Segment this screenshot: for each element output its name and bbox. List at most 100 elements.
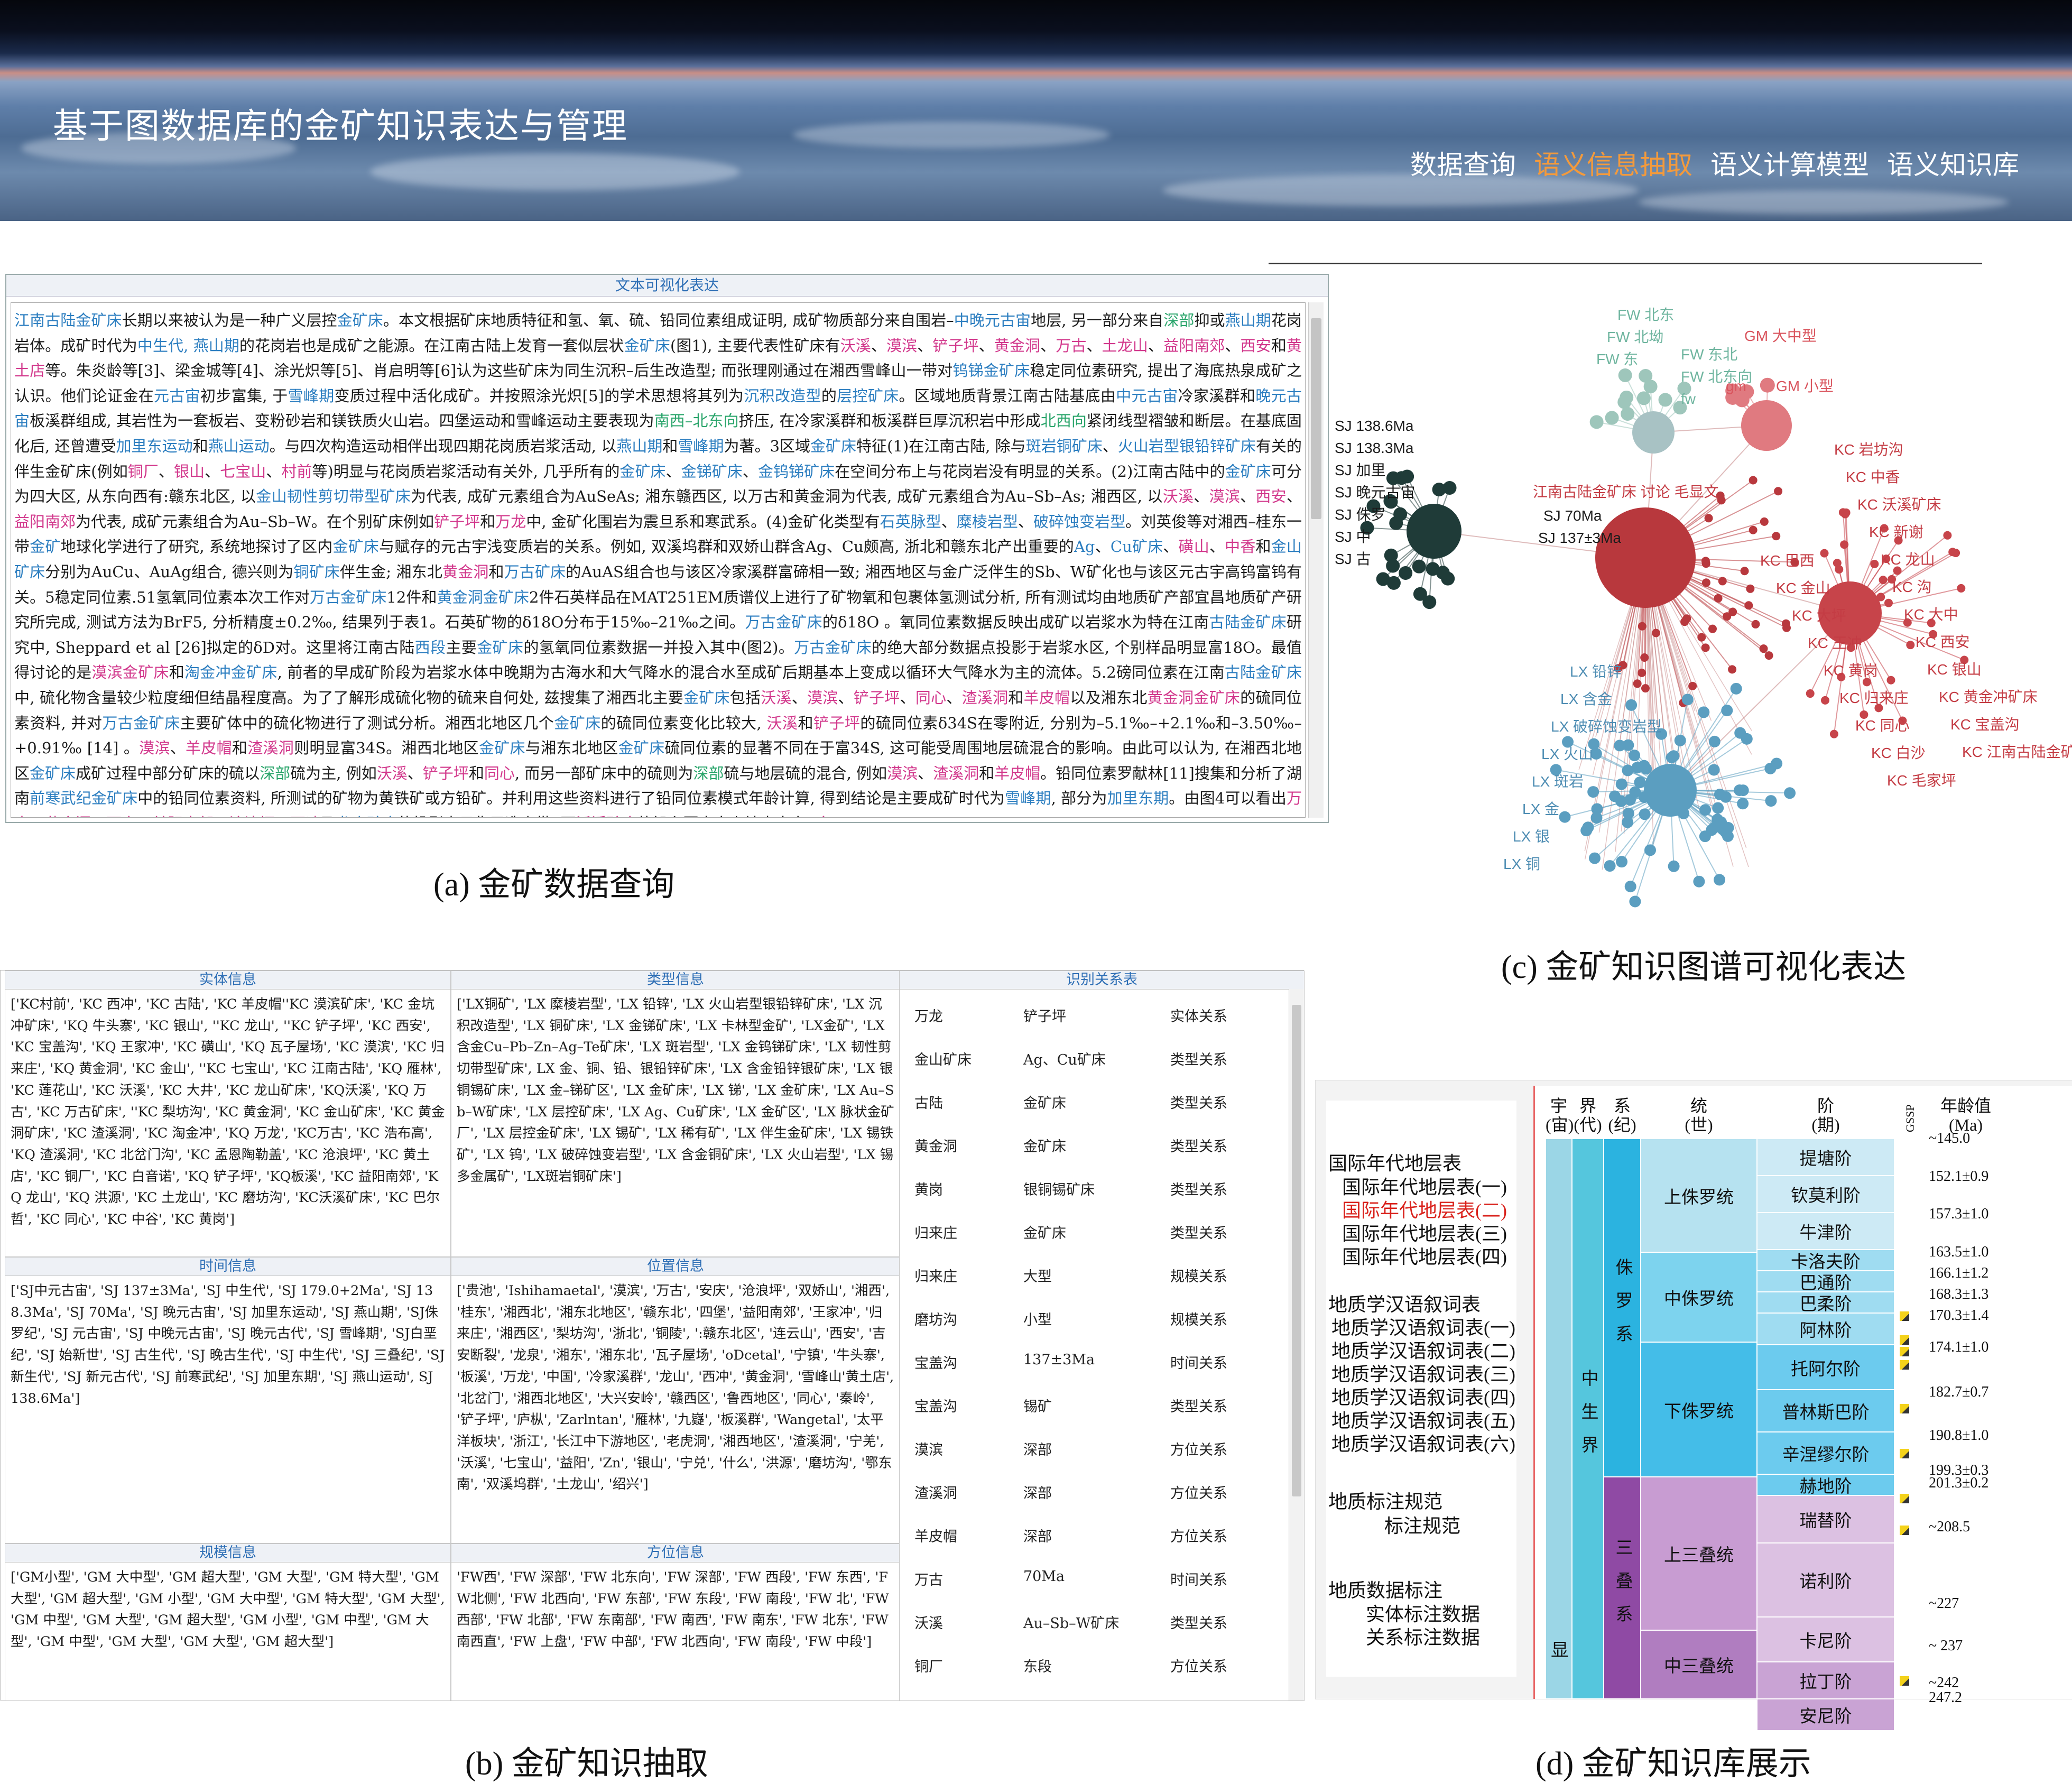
annotated-term[interactable]: 万古矿床 [504, 563, 566, 581]
stage-cell[interactable]: 巴通阶 [1757, 1271, 1894, 1292]
deposit-node[interactable] [1746, 585, 1754, 593]
deposit-node[interactable] [1830, 730, 1838, 738]
deposit-node[interactable] [1884, 599, 1893, 607]
annotated-term[interactable]: 西冲 [290, 815, 321, 818]
nav-item-timescale-4[interactable]: 国际年代地层表(四) [1342, 1242, 1507, 1269]
annotated-term[interactable]: 万古金矿床 [794, 639, 872, 657]
annotated-term[interactable]: 加里东期 [1107, 789, 1169, 807]
series-middle-triassic[interactable]: 中三叠统 [1641, 1630, 1757, 1699]
annotated-term[interactable]: 益阳南郊 [14, 513, 76, 531]
stage-cell[interactable]: 辛涅缪尔阶 [1757, 1432, 1894, 1474]
annotated-term[interactable]: 金矿床 [337, 311, 383, 329]
type-node[interactable] [1616, 779, 1627, 790]
time-node[interactable] [1387, 576, 1401, 590]
type-node[interactable] [1625, 699, 1637, 711]
relation-row[interactable]: 金山矿床Ag、Cu矿床类型关系 [914, 1048, 1279, 1092]
deposit-node[interactable] [1948, 548, 1957, 556]
annotated-term[interactable]: 黄金洞 [442, 563, 488, 581]
annotated-term[interactable]: 中晚元古宙 [954, 311, 1031, 329]
deposit-node[interactable] [1708, 625, 1717, 633]
annotated-term[interactable]: 羊皮帽 [1024, 689, 1070, 707]
annotated-term[interactable]: 铲子坪 [932, 337, 978, 355]
stage-cell[interactable]: 诺利阶 [1757, 1543, 1894, 1617]
deposit-node[interactable] [1638, 669, 1646, 677]
annotated-term[interactable]: 同心 [915, 689, 947, 707]
nav-item-relation-data[interactable]: 关系标注数据 [1366, 1622, 1480, 1650]
annotated-term[interactable]: 北西向 [1041, 412, 1087, 430]
annotated-term[interactable]: 铲子坪 [434, 513, 480, 531]
deposit-node[interactable] [1806, 689, 1815, 698]
type-node[interactable] [1591, 812, 1603, 824]
stage-cell[interactable]: 赫地阶 [1757, 1474, 1894, 1495]
annotated-term[interactable]: 铜矿床 [293, 563, 339, 581]
annotated-term[interactable]: 漠滨金矿床 [91, 663, 169, 681]
deposit-node[interactable] [1774, 487, 1782, 495]
scale-node[interactable] [1760, 378, 1775, 393]
stage-cell[interactable]: 牛津阶 [1757, 1213, 1894, 1250]
annotated-term[interactable]: 龙山矿床 [336, 815, 397, 818]
annotated-term[interactable]: 深部 [1163, 311, 1194, 329]
deposit-node[interactable] [1688, 682, 1697, 690]
type-node[interactable] [1714, 874, 1725, 885]
annotated-term[interactable]: 村前 [281, 463, 312, 480]
deposit-node[interactable] [1879, 576, 1888, 584]
annotated-term[interactable]: 黄金洞 [994, 337, 1040, 355]
annotated-term[interactable]: 铲子坪 [423, 764, 469, 782]
type-node[interactable] [1639, 808, 1651, 820]
deposit-node[interactable] [1741, 567, 1749, 575]
annotated-term[interactable]: 江南古陆金矿床 [14, 311, 122, 329]
type-node[interactable] [1784, 787, 1796, 799]
stage-cell[interactable]: 钦莫利阶 [1757, 1176, 1894, 1213]
deposit-node[interactable] [1886, 676, 1895, 685]
annotated-term[interactable]: 金矿床 [619, 463, 665, 480]
time-node[interactable] [1386, 472, 1400, 485]
nav-item-annotation-spec[interactable]: 标注规范 [1384, 1511, 1460, 1538]
annotated-term[interactable]: 南西–北东向 [654, 412, 739, 430]
type-node[interactable] [1629, 750, 1640, 761]
deposit-node[interactable] [1702, 578, 1710, 587]
relation-row[interactable]: 黄岗银铜锡矿床类型关系 [914, 1178, 1279, 1222]
lx-hub-node[interactable] [1644, 764, 1697, 817]
deposit-node[interactable] [1705, 514, 1713, 522]
type-node[interactable] [1675, 735, 1686, 746]
type-node[interactable] [1741, 733, 1753, 745]
deposit-node[interactable] [1841, 510, 1849, 519]
annotated-term[interactable]: 加里东运动 [116, 437, 193, 455]
scrollbar-thumb[interactable] [1292, 1005, 1301, 1496]
relation-row[interactable]: 沃溪Au–Sb–W矿床类型关系 [914, 1612, 1279, 1655]
eon-cell[interactable] [1546, 1139, 1572, 1699]
annotated-term[interactable]: 火山岩型银铅锌矿床 [1118, 437, 1256, 455]
deposit-node[interactable] [1840, 540, 1848, 549]
scrollbar-thumb[interactable] [1311, 318, 1321, 519]
relation-row[interactable]: 万古70Ma时间关系 [914, 1568, 1279, 1612]
type-node[interactable] [1693, 876, 1705, 888]
type-node[interactable] [1731, 683, 1742, 695]
time-node[interactable] [1399, 566, 1412, 580]
annotated-term[interactable]: 漠滨 [1209, 487, 1241, 505]
annotated-term[interactable]: 金矿床 [479, 739, 525, 757]
annotated-term[interactable]: 漠滨 [887, 764, 918, 782]
gold-hub-node[interactable] [1595, 507, 1696, 608]
type-node[interactable] [1737, 798, 1749, 809]
deposit-node[interactable] [1728, 608, 1737, 616]
deposit-node[interactable] [1718, 577, 1727, 585]
annotated-term[interactable]: 金锑矿床 [681, 463, 743, 480]
annotated-term[interactable]: 破碎蚀变岩型 [1033, 513, 1125, 531]
deposit-node[interactable] [1702, 559, 1710, 568]
direction-node[interactable] [1621, 407, 1634, 421]
deposit-node[interactable] [1782, 624, 1791, 632]
type-node[interactable] [1709, 736, 1720, 747]
type-node[interactable] [1682, 694, 1694, 705]
annotated-term[interactable]: 黄金洞金矿床 [437, 588, 529, 606]
type-node[interactable] [1699, 804, 1711, 816]
nav-data-query[interactable]: 数据查询 [1410, 144, 1516, 182]
relation-row[interactable]: 磨坊沟小型规模关系 [914, 1308, 1279, 1352]
time-hub-node[interactable] [1407, 504, 1462, 559]
type-node[interactable] [1615, 796, 1627, 807]
relation-row[interactable]: 黄金洞金矿床类型关系 [914, 1135, 1279, 1178]
type-node[interactable] [1708, 764, 1720, 775]
annotated-term[interactable]: 漠滨 [807, 689, 838, 707]
annotated-term[interactable]: 金矿床 [624, 337, 670, 355]
annotated-term[interactable]: 漠滨 [139, 739, 170, 757]
stage-cell[interactable]: 巴柔阶 [1757, 1292, 1894, 1313]
